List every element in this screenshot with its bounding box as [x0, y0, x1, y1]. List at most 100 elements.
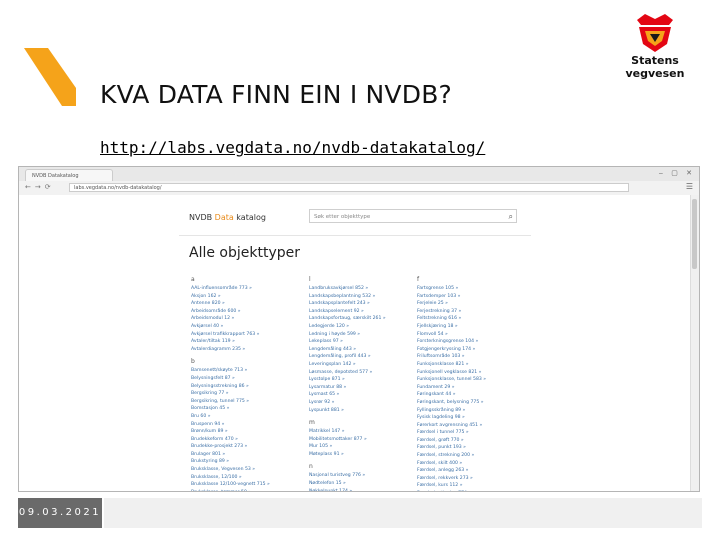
group-letter: n	[309, 463, 313, 471]
page-scrollbar[interactable]	[690, 195, 699, 491]
objecttype-link[interactable]: Nøkkelpunkt 174 »	[309, 488, 429, 491]
objecttype-link[interactable]: Forsterkningsgrense 104 »	[417, 338, 537, 346]
objecttype-link[interactable]: Bruspenn 94 »	[191, 421, 311, 429]
objecttype-column-2: l Landbruksavkjørsel 852 » Landskapsbeplan…	[309, 275, 429, 491]
objecttype-link[interactable]: Brulager 801 »	[191, 451, 311, 459]
objecttype-link[interactable]: Fundament 29 »	[417, 384, 537, 392]
objecttype-link[interactable]: Avkjørsel trafikkrapport 763 »	[191, 331, 311, 339]
objecttype-link[interactable]: Fartsdemper 103 »	[417, 293, 537, 301]
objecttype-link[interactable]: Nødtelefon 15 »	[309, 480, 429, 488]
objecttype-link[interactable]: AAL-influensområde 773 »	[191, 285, 311, 293]
objecttype-link[interactable]: Fartsgrense 105 »	[417, 285, 537, 293]
objecttype-link[interactable]: Lysrør 92 »	[309, 399, 429, 407]
url-field[interactable]: labs.vegdata.no/nvdb-datakatalog/	[69, 183, 629, 192]
objecttype-link[interactable]: Førerkort avgrensning 451 »	[417, 422, 537, 430]
scrollbar-thumb[interactable]	[692, 199, 697, 269]
objecttype-link[interactable]: Fyllingsskråning 89 »	[417, 407, 537, 415]
objecttype-link[interactable]: Leveringsplan 142 »	[309, 361, 429, 369]
objecttype-link[interactable]: Føringskant 44 »	[417, 391, 537, 399]
objecttype-link[interactable]: Mobilitetsmottaker 877 »	[309, 436, 429, 444]
datakatalog-page: NVDB Data katalog Søk etter objekttype ⌕…	[19, 195, 691, 491]
window-controls-icon[interactable]: ‒ ▢ ✕	[659, 169, 695, 177]
objecttype-link[interactable]: Færdsel i tunnel 775 »	[417, 429, 537, 437]
objecttype-link[interactable]: Færdsel, stigning 774 »	[417, 490, 537, 491]
slide-title: KVA DATA FINN EIN I NVDB?	[100, 80, 453, 109]
objecttype-link[interactable]: Færdsel, rekkverk 273 »	[417, 475, 537, 483]
objecttype-link[interactable]: Avtaler/tiltak 119 »	[191, 338, 311, 346]
objecttype-link[interactable]: Lysmast 65 »	[309, 391, 429, 399]
objecttype-link[interactable]: Færdsel, anlegg 263 »	[417, 467, 537, 475]
objecttype-column-3: f Fartsgrense 105 » Fartsdemper 103 » Ferje…	[417, 275, 537, 491]
search-placeholder: Søk etter objekttype	[314, 214, 371, 220]
objecttype-link[interactable]: Matrikkel 147 »	[309, 428, 429, 436]
objecttype-link[interactable]: Føringskant, belysning 775 »	[417, 399, 537, 407]
objecttype-link[interactable]: Fysisk lagdeling 98 »	[417, 414, 537, 422]
objecttype-link[interactable]: Funksjonsklasse, tunnel 583 »	[417, 376, 537, 384]
objecttype-link[interactable]: Fjellskjæring 18 »	[417, 323, 537, 331]
objecttype-link[interactable]: Landskapsplantefelt 243 »	[309, 300, 429, 308]
objecttype-link[interactable]: Bru 60 »	[191, 413, 311, 421]
browser-tab[interactable]: NVDB Datakatalog	[25, 169, 113, 181]
objecttype-link[interactable]: Avkjørsel 40 »	[191, 323, 311, 331]
objecttype-link[interactable]: Antenne 820 »	[191, 300, 311, 308]
objecttype-link[interactable]: Færdsel, grøft 770 »	[417, 437, 537, 445]
objecttype-link[interactable]: Ferjeleie 25 »	[417, 300, 537, 308]
objecttype-link[interactable]: Bamsenett/skøyte 713 »	[191, 367, 311, 375]
objecttype-link[interactable]: Nasjonal turistveg 776 »	[309, 472, 429, 480]
objecttype-link[interactable]: Flomvoll 54 »	[417, 331, 537, 339]
objecttype-link[interactable]: Landskapsbeplantning 532 »	[309, 293, 429, 301]
objecttype-link[interactable]: Bomstasjon 45 »	[191, 405, 311, 413]
objecttype-link[interactable]: Lekeplass 97 »	[309, 338, 429, 346]
objecttype-link[interactable]: Avtalerdiagramm 235 »	[191, 346, 311, 354]
objecttype-link[interactable]: Arbeidsområde 600 »	[191, 308, 311, 316]
objecttype-link[interactable]: Landbruksavkjørsel 852 »	[309, 285, 429, 293]
objecttype-link[interactable]: Færdsel, skilt 400 »	[417, 460, 537, 468]
objecttype-link[interactable]: Bergsikring, tunnel 775 »	[191, 398, 311, 406]
nvdb-datakatalog-brand[interactable]: NVDB Data katalog	[189, 213, 266, 222]
datakatalog-link[interactable]: http://labs.vegdata.no/nvdb-datakatalog/	[100, 138, 485, 157]
objecttype-link[interactable]: Arbeidsmodul 12 »	[191, 315, 311, 323]
objecttype-link[interactable]: Lysarmatur 88 »	[309, 384, 429, 392]
objecttype-link[interactable]: Ledegjerde 120 »	[309, 323, 429, 331]
objecttype-link[interactable]: Møteplass 91 »	[309, 451, 429, 459]
objecttype-link[interactable]: Aksjon 162 »	[191, 293, 311, 301]
objecttype-link[interactable]: Bruksklasse, Vegvesen 53 »	[191, 466, 311, 474]
objecttype-link[interactable]: Færdsel, kurs 112 »	[417, 482, 537, 490]
navigation-icons[interactable]: ←→⟳	[25, 183, 55, 191]
objecttype-link[interactable]: Lysstolpe 871 »	[309, 376, 429, 384]
objecttype-link[interactable]: Bergsikring 77 »	[191, 390, 311, 398]
objecttype-link[interactable]: Brønn/kum 89 »	[191, 428, 311, 436]
objecttype-search-input[interactable]: Søk etter objekttype ⌕	[309, 209, 517, 223]
objecttype-link[interactable]: Fotgjengerkryssing 174 »	[417, 346, 537, 354]
objecttype-link[interactable]: Lyspunkt 881 »	[309, 407, 429, 415]
objecttype-link[interactable]: Belysningsstrekning 86 »	[191, 383, 311, 391]
objecttype-link[interactable]: Landskapselement 92 »	[309, 308, 429, 316]
objecttype-link[interactable]: Brudekke-prosjekt 273 »	[191, 443, 311, 451]
objecttype-link[interactable]: Mur 105 »	[309, 443, 429, 451]
objecttype-link[interactable]: Ledning i høyde 599 »	[309, 331, 429, 339]
objecttype-link[interactable]: Feltstrekning 616 »	[417, 315, 537, 323]
objecttype-link[interactable]: Brudekkeform 470 »	[191, 436, 311, 444]
objecttype-link[interactable]: Landskapsfortaug, særskilt 261 »	[309, 315, 429, 323]
search-icon[interactable]: ⌕	[509, 211, 513, 222]
objecttype-link[interactable]: Friluftsområde 103 »	[417, 353, 537, 361]
page-heading: Alle objekttyper	[189, 245, 301, 261]
orange-chevron-decoration	[24, 48, 76, 106]
objecttype-column-1: a AAL-influensområde 773 » Aksjon 162 » Ant…	[191, 275, 311, 491]
objecttype-link[interactable]: Bruksklasse 12/100-vegnett 715 »	[191, 481, 311, 489]
objecttype-link[interactable]: Bruksklasse, 12/100 »	[191, 474, 311, 482]
group-letter: l	[309, 276, 311, 283]
objecttype-link[interactable]: Ferjestrekning 37 »	[417, 308, 537, 316]
browser-menu-icon[interactable]: ☰	[686, 182, 693, 191]
objecttype-link[interactable]: Færdsel, strekning 200 »	[417, 452, 537, 460]
objecttype-link[interactable]: Færdsel, punkt 193 »	[417, 444, 537, 452]
objecttype-link[interactable]: Funksjonell vegklasse 821 »	[417, 369, 537, 377]
objecttype-link[interactable]: Belysningsfelt 87 »	[191, 375, 311, 383]
objecttype-link[interactable]: Løsmasse, depotsted 577 »	[309, 369, 429, 377]
objecttype-link[interactable]: Lengdemåling 443 »	[309, 346, 429, 354]
objecttype-link[interactable]: Brukstyring 89 »	[191, 458, 311, 466]
objecttype-link[interactable]: Funksjonsklasse 821 »	[417, 361, 537, 369]
objecttype-link[interactable]: Lengdemåling, profil 443 »	[309, 353, 429, 361]
objecttype-link[interactable]: Bruksklasse, tømmer 50 »	[191, 489, 311, 491]
group-letter: b	[191, 358, 195, 366]
